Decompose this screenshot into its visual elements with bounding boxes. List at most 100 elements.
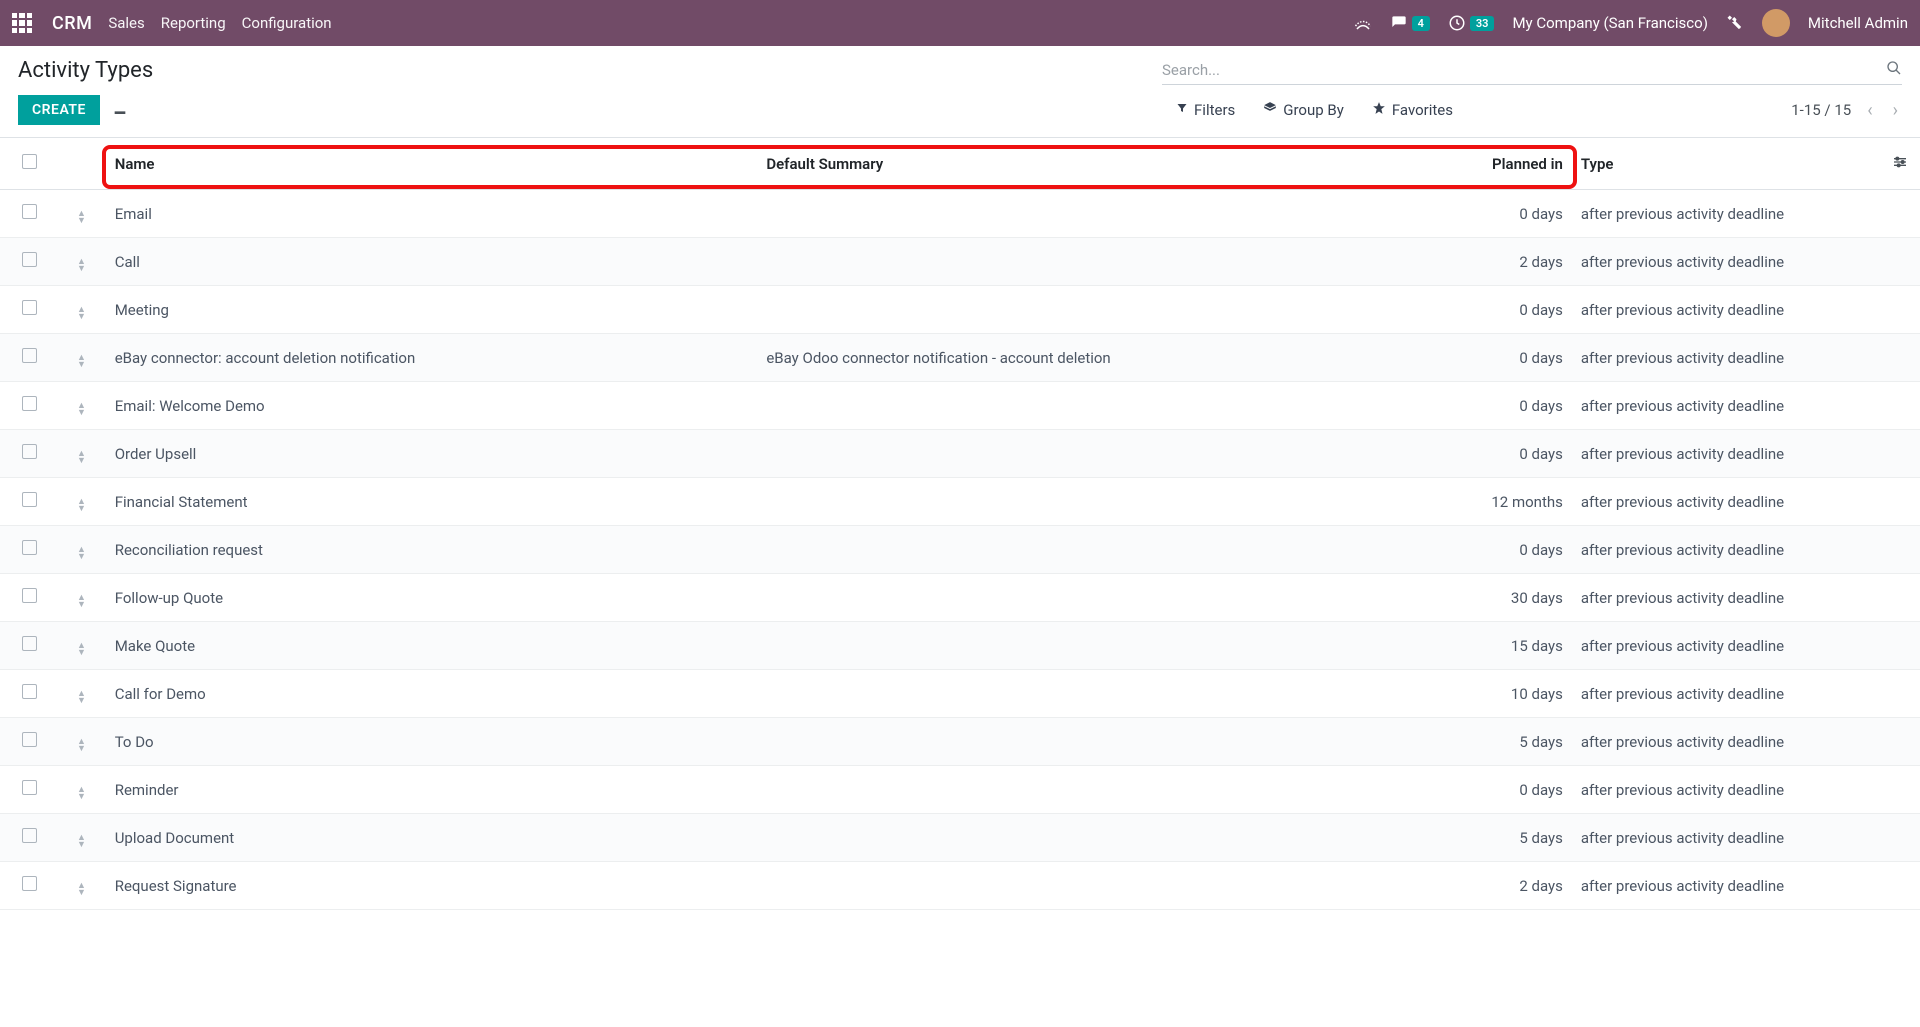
cell-type: after previous activity deadline (1571, 862, 1874, 910)
company-name[interactable]: My Company (San Francisco) (1512, 14, 1707, 32)
pager-prev-icon[interactable]: ‹ (1863, 100, 1876, 121)
nav-sales[interactable]: Sales (108, 14, 144, 32)
drag-handle-icon[interactable]: ▲▼ (58, 382, 105, 430)
cell-planned: 2 days (1420, 238, 1571, 286)
cell-name: Upload Document (105, 814, 757, 862)
table-row[interactable]: ▲▼Call2 daysafter previous activity dead… (0, 238, 1920, 286)
cell-summary (756, 622, 1419, 670)
drag-handle-icon[interactable]: ▲▼ (58, 718, 105, 766)
layers-icon (1263, 101, 1277, 119)
cell-planned: 0 days (1420, 430, 1571, 478)
table-row[interactable]: ▲▼Order Upsell 0 daysafter previous activ… (0, 430, 1920, 478)
table-row[interactable]: ▲▼Reminder0 daysafter previous activity … (0, 766, 1920, 814)
drag-handle-icon[interactable]: ▲▼ (58, 670, 105, 718)
cell-type: after previous activity deadline (1571, 718, 1874, 766)
cell-type: after previous activity deadline (1571, 286, 1874, 334)
drag-handle-icon[interactable]: ▲▼ (58, 238, 105, 286)
row-checkbox[interactable] (22, 252, 37, 267)
create-button[interactable]: CREATE (18, 95, 100, 125)
drag-handle-icon[interactable]: ▲▼ (58, 190, 105, 238)
favorites-button[interactable]: Favorites (1358, 97, 1467, 123)
search-input[interactable] (1162, 61, 1886, 79)
row-checkbox[interactable] (22, 348, 37, 363)
import-icon[interactable] (112, 100, 128, 120)
cell-name: To Do (105, 718, 757, 766)
cell-summary (756, 574, 1419, 622)
col-name[interactable]: Name (105, 138, 757, 190)
drag-handle-icon[interactable]: ▲▼ (58, 526, 105, 574)
row-checkbox[interactable] (22, 876, 37, 891)
search-icon[interactable] (1886, 60, 1902, 80)
row-checkbox[interactable] (22, 732, 37, 747)
table-row[interactable]: ▲▼Email0 daysafter previous activity dea… (0, 190, 1920, 238)
row-checkbox[interactable] (22, 396, 37, 411)
table-row[interactable]: ▲▼Meeting0 daysafter previous activity d… (0, 286, 1920, 334)
messages-icon[interactable]: 4 (1390, 15, 1430, 31)
cell-name: Call (105, 238, 757, 286)
cell-summary (756, 382, 1419, 430)
cell-summary (756, 718, 1419, 766)
row-checkbox[interactable] (22, 828, 37, 843)
table-row[interactable]: ▲▼Request Signature2 daysafter previous … (0, 862, 1920, 910)
brand[interactable]: CRM (52, 13, 92, 34)
col-planned[interactable]: Planned in (1420, 138, 1571, 190)
row-checkbox[interactable] (22, 540, 37, 555)
cell-type: after previous activity deadline (1571, 814, 1874, 862)
row-checkbox[interactable] (22, 636, 37, 651)
drag-handle-icon[interactable]: ▲▼ (58, 862, 105, 910)
groupby-button[interactable]: Group By (1249, 97, 1358, 123)
row-checkbox[interactable] (22, 588, 37, 603)
table-row[interactable]: ▲▼Reconciliation request0 daysafter prev… (0, 526, 1920, 574)
drag-handle-icon[interactable]: ▲▼ (58, 430, 105, 478)
drag-handle-icon[interactable]: ▲▼ (58, 622, 105, 670)
table-row[interactable]: ▲▼Make Quote15 daysafter previous activi… (0, 622, 1920, 670)
star-icon (1372, 101, 1386, 119)
drag-handle-icon[interactable]: ▲▼ (58, 574, 105, 622)
search-box[interactable] (1162, 56, 1902, 85)
tools-icon[interactable] (1726, 14, 1744, 32)
cell-summary (756, 526, 1419, 574)
avatar[interactable] (1762, 9, 1790, 37)
cell-planned: 12 months (1420, 478, 1571, 526)
cell-summary (756, 862, 1419, 910)
activities-icon[interactable]: 33 (1448, 14, 1495, 32)
cell-type: after previous activity deadline (1571, 430, 1874, 478)
drag-handle-icon[interactable]: ▲▼ (58, 814, 105, 862)
table-row[interactable]: ▲▼Upload Document5 daysafter previous ac… (0, 814, 1920, 862)
filters-button[interactable]: Filters (1162, 97, 1249, 123)
nav-reporting[interactable]: Reporting (161, 14, 226, 32)
row-checkbox[interactable] (22, 300, 37, 315)
table-row[interactable]: ▲▼Call for Demo10 daysafter previous act… (0, 670, 1920, 718)
table-row[interactable]: ▲▼eBay connector: account deletion notif… (0, 334, 1920, 382)
drag-handle-icon[interactable]: ▲▼ (58, 478, 105, 526)
voip-icon[interactable] (1354, 15, 1372, 31)
row-checkbox[interactable] (22, 444, 37, 459)
row-checkbox[interactable] (22, 492, 37, 507)
col-type[interactable]: Type (1571, 138, 1874, 190)
table-row[interactable]: ▲▼To Do5 daysafter previous activity dea… (0, 718, 1920, 766)
row-checkbox[interactable] (22, 204, 37, 219)
drag-handle-icon[interactable]: ▲▼ (58, 334, 105, 382)
cell-planned: 0 days (1420, 190, 1571, 238)
drag-handle-icon[interactable]: ▲▼ (58, 286, 105, 334)
table-row[interactable]: ▲▼Follow-up Quote30 daysafter previous a… (0, 574, 1920, 622)
nav-configuration[interactable]: Configuration (242, 14, 332, 32)
user-name[interactable]: Mitchell Admin (1808, 14, 1908, 32)
col-summary[interactable]: Default Summary (756, 138, 1419, 190)
pager-next-icon[interactable]: › (1889, 100, 1902, 121)
select-all-checkbox[interactable] (22, 154, 37, 169)
cell-name: Request Signature (105, 862, 757, 910)
drag-handle-icon[interactable]: ▲▼ (58, 766, 105, 814)
cell-planned: 15 days (1420, 622, 1571, 670)
cell-name: Reminder (105, 766, 757, 814)
cell-name: Email: Welcome Demo (105, 382, 757, 430)
row-checkbox[interactable] (22, 684, 37, 699)
apps-icon[interactable] (12, 13, 32, 33)
table-row[interactable]: ▲▼Financial Statement12 monthsafter prev… (0, 478, 1920, 526)
columns-settings-icon[interactable] (1892, 155, 1908, 173)
cell-summary (756, 478, 1419, 526)
row-checkbox[interactable] (22, 780, 37, 795)
filters-label: Filters (1194, 101, 1235, 119)
table-row[interactable]: ▲▼Email: Welcome Demo0 daysafter previou… (0, 382, 1920, 430)
cell-name: Order Upsell (105, 430, 757, 478)
